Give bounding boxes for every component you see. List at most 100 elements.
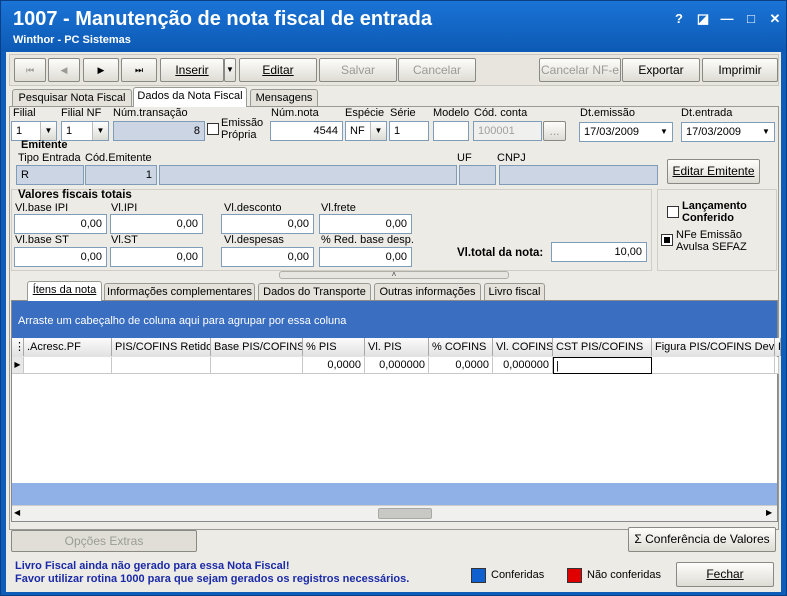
tab-livro-fiscal[interactable]: Livro fiscal (484, 283, 545, 301)
tab-dados-da-nota-fiscal[interactable]: Dados da Nota Fiscal (133, 87, 247, 107)
especie-select[interactable]: NF ▼ (345, 121, 387, 141)
cnpj-field[interactable] (499, 165, 658, 185)
tab-pesquisar-nota-fiscal[interactable]: Pesquisar Nota Fiscal (12, 89, 132, 107)
next-record-button[interactable]: ▶ (83, 58, 119, 82)
minimize-button[interactable]: — (717, 10, 737, 28)
fechar-button[interactable]: Fechar (676, 562, 774, 587)
emissao-propria-label-1: Emissão (221, 117, 264, 129)
tab-dados-do-transporte[interactable]: Dados do Transporte (258, 283, 371, 301)
vl-frete-field[interactable]: 0,00 (319, 214, 412, 234)
nfe-label-2: Avulsa SEFAZ (676, 241, 747, 253)
emissao-propria-checkbox[interactable] (207, 123, 219, 135)
col-vl-cofins[interactable]: Vl. COFINS (493, 338, 553, 356)
emitente-name-field[interactable] (159, 165, 457, 185)
group-by-panel[interactable]: Arraste um cabeçalho de coluna aqui para… (12, 301, 777, 338)
last-record-button[interactable]: ⏭ (121, 58, 157, 82)
inserir-dropdown-button[interactable]: ▼ (224, 58, 236, 82)
app-window: 1007 - Manutenção de nota fiscal de entr… (0, 0, 787, 596)
vl-desconto-label: Vl.desconto (224, 202, 282, 214)
serie-field[interactable]: 1 (389, 121, 429, 141)
table-row[interactable]: ▶ 0,0000 0,000000 0,0000 0,000000 | (12, 357, 779, 375)
vl-despesas-field[interactable]: 0,00 (221, 247, 314, 267)
lancamento-label-2: Conferido (682, 212, 734, 224)
cell-acresc-pf[interactable] (24, 357, 112, 374)
tipo-entrada-field[interactable]: R (16, 165, 84, 185)
cell-pct-cofins[interactable]: 0,0000 (429, 357, 493, 374)
cell-cst-pis-cofins[interactable]: | (553, 357, 652, 374)
num-nota-field[interactable]: 4544 (270, 121, 343, 141)
exportar-button[interactable]: Exportar (622, 58, 700, 82)
nfe-avulsa-checkbox[interactable] (661, 234, 673, 246)
red-base-desp-field[interactable]: 0,00 (319, 247, 412, 267)
tab-itens-da-nota[interactable]: Ítens da nota (27, 281, 102, 301)
filial-nf-select[interactable]: 1 ▼ (61, 121, 109, 141)
uf-field[interactable] (459, 165, 496, 185)
cell-p[interactable] (775, 357, 779, 374)
col-pct-cofins[interactable]: % COFINS (429, 338, 493, 356)
cancelar-button[interactable]: Cancelar (398, 58, 476, 82)
num-transacao-field[interactable]: 8 (113, 121, 205, 141)
vl-desconto-field[interactable]: 0,00 (221, 214, 314, 234)
splitter-handle[interactable]: ˄ (279, 271, 509, 279)
filial-select[interactable]: 1 ▼ (11, 121, 57, 141)
legend-conferidas: Conferidas (491, 569, 545, 581)
conferencia-de-valores-button[interactable]: Σ Conferência de Valores (628, 527, 776, 552)
especie-value: NF (350, 125, 365, 137)
cell-vl-cofins[interactable]: 0,000000 (493, 357, 553, 374)
vl-total-field[interactable]: 10,00 (551, 242, 647, 262)
tipo-entrada-label: Tipo Entrada (18, 152, 81, 164)
col-base-pis-cofins[interactable]: Base PIS/COFINS (211, 338, 303, 356)
horizontal-scrollbar[interactable]: ◀ ▶ (12, 505, 777, 521)
cod-emitente-field[interactable]: 1 (85, 165, 157, 185)
modelo-field[interactable] (433, 121, 469, 141)
tab-outras-informacoes[interactable]: Outras informações (374, 283, 481, 301)
cell-pis-cofins-retido[interactable] (112, 357, 211, 374)
scrollbar-thumb[interactable] (378, 508, 432, 519)
red-base-desp-label: % Red. base desp. (321, 234, 414, 246)
vl-base-st-field[interactable]: 0,00 (14, 247, 107, 267)
chevron-down-icon: ▼ (92, 122, 108, 140)
col-cst-pis-cofins[interactable]: CST PIS/COFINS (553, 338, 652, 356)
close-button[interactable]: ✕ (765, 10, 785, 28)
restore-icon[interactable]: ◪ (693, 10, 713, 28)
cell-base-pis-cofins[interactable] (211, 357, 303, 374)
first-record-button[interactable]: ⏮ (14, 58, 46, 82)
uf-label: UF (457, 152, 472, 164)
lancamento-conferido-checkbox[interactable] (667, 206, 679, 218)
cell-figura-pis-cofins-dev[interactable] (652, 357, 775, 374)
salvar-button[interactable]: Salvar (319, 58, 397, 82)
maximize-button[interactable]: □ (741, 10, 761, 28)
prev-record-button[interactable]: ◀ (48, 58, 80, 82)
tab-mensagens[interactable]: Mensagens (250, 89, 318, 107)
vl-st-field[interactable]: 0,00 (110, 247, 203, 267)
cod-conta-field[interactable]: 100001 (473, 121, 542, 141)
col-pis-cofins-retido[interactable]: PIS/COFINS Retido (112, 338, 211, 356)
emissao-propria-label-2: Própria (221, 129, 257, 141)
col-p[interactable]: P (775, 338, 781, 356)
cancelar-nfe-button[interactable]: Cancelar NF-e (539, 58, 621, 82)
inserir-button[interactable]: Inserir (160, 58, 224, 82)
vl-st-label: Vl.ST (111, 234, 138, 246)
chevron-up-icon: ˄ (391, 270, 397, 279)
vl-ipi-field[interactable]: 0,00 (110, 214, 203, 234)
dt-entrada-picker[interactable]: 17/03/2009 ▼ (681, 122, 775, 142)
editar-button[interactable]: Editar (239, 58, 317, 82)
scroll-right-icon[interactable]: ▶ (766, 508, 772, 517)
help-icon[interactable]: ? (669, 10, 689, 28)
opcoes-extras-button[interactable]: Opções Extras (11, 530, 197, 552)
valores-title: Valores fiscais totais (18, 189, 132, 201)
cell-pct-pis[interactable]: 0,0000 (303, 357, 365, 374)
editar-emitente-button[interactable]: Editar Emitente (667, 159, 760, 184)
dt-emissao-picker[interactable]: 17/03/2009 ▼ (579, 122, 673, 142)
vl-base-ipi-field[interactable]: 0,00 (14, 214, 107, 234)
col-acresc-pf[interactable]: .Acresc.PF (24, 338, 112, 356)
cell-vl-pis[interactable]: 0,000000 (365, 357, 429, 374)
tab-informacoes-complementares[interactable]: Informações complementares (104, 283, 255, 301)
col-pct-pis[interactable]: % PIS (303, 338, 365, 356)
column-chooser-icon[interactable]: ⋮ (12, 338, 24, 356)
col-vl-pis[interactable]: Vl. PIS (365, 338, 429, 356)
cod-conta-lookup-button[interactable]: ... (543, 121, 566, 141)
imprimir-button[interactable]: Imprimir (702, 58, 778, 82)
scroll-left-icon[interactable]: ◀ (14, 508, 20, 517)
col-figura-pis-cofins-dev[interactable]: Figura PIS/COFINS Dev. (652, 338, 775, 356)
